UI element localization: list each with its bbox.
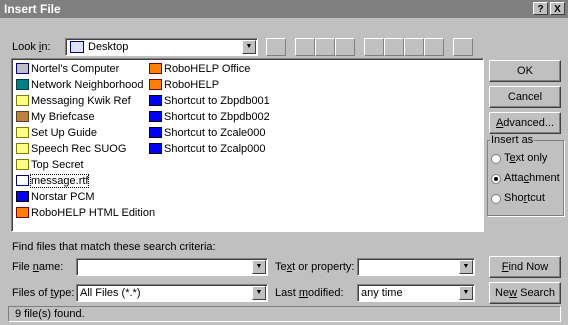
chevron-down-icon[interactable]: ▼	[459, 286, 473, 300]
ok-button[interactable]: OK	[489, 60, 561, 82]
file-name-combo[interactable]: ▼	[76, 258, 268, 276]
properties-view-icon[interactable]	[404, 38, 424, 56]
advanced-button[interactable]: Advanced...	[489, 112, 561, 134]
folder-icon	[16, 159, 29, 170]
list-item[interactable]: Speech Rec SUOG	[16, 143, 126, 158]
folder-icon	[16, 143, 29, 154]
list-item[interactable]: RoboHELP Office	[149, 63, 250, 78]
list-item[interactable]: My Briefcase	[16, 111, 95, 126]
insert-file-dialog: Insert File ? X Look in: Desktop ▼ Norte…	[0, 0, 568, 325]
status-text: 9 file(s) found.	[15, 308, 85, 320]
list-item[interactable]: Shortcut to Zbpdb001	[149, 95, 270, 110]
look-in-value: Desktop	[88, 41, 129, 53]
folder-icon	[16, 95, 29, 106]
search-web-icon[interactable]	[295, 38, 315, 56]
list-item[interactable]: Shortcut to Zcale000	[149, 127, 266, 142]
shortcut-icon	[149, 111, 162, 122]
find-now-button[interactable]: Find Now	[489, 256, 561, 278]
file-list[interactable]: Nortel's Computer Network Neighborhood M…	[11, 58, 484, 232]
desktop-icon	[70, 41, 84, 53]
commands-settings-icon[interactable]	[453, 38, 473, 56]
text-property-combo[interactable]: ▼	[357, 258, 475, 276]
title-bar[interactable]: Insert File ? X	[0, 0, 568, 18]
details-view-icon[interactable]	[384, 38, 404, 56]
list-item[interactable]: Shortcut to Zcalp000	[149, 143, 266, 158]
shortcut-icon	[149, 95, 162, 106]
list-item[interactable]: Network Neighborhood	[16, 79, 144, 94]
network-icon	[16, 79, 29, 90]
cancel-button[interactable]: Cancel	[489, 86, 561, 108]
files-of-type-combo[interactable]: All Files (*.*) ▼	[76, 284, 268, 302]
look-in-combo[interactable]: Desktop ▼	[65, 38, 258, 56]
list-item[interactable]: message.rtf	[16, 174, 90, 190]
list-item[interactable]: RoboHELP	[149, 79, 219, 94]
robohelp-icon	[149, 79, 162, 90]
shortcut-icon	[149, 143, 162, 154]
chevron-down-icon[interactable]: ▼	[459, 260, 473, 274]
new-search-button[interactable]: New Search	[489, 282, 561, 304]
list-view-icon[interactable]	[364, 38, 384, 56]
shortcut-icon	[149, 127, 162, 138]
list-item[interactable]: Messaging Kwik Ref	[16, 95, 131, 110]
text-property-label: Text or property:	[275, 261, 355, 273]
look-in-favorites-icon[interactable]	[315, 38, 335, 56]
insert-as-label: Insert as	[490, 134, 535, 146]
application-icon	[16, 191, 29, 202]
shortcut-radio[interactable]	[491, 194, 501, 204]
attachment-label: Attachment	[504, 172, 560, 184]
text-only-radio[interactable]	[491, 154, 501, 164]
chevron-down-icon[interactable]: ▼	[242, 40, 256, 54]
up-one-level-icon[interactable]	[266, 38, 286, 56]
status-bar: 9 file(s) found.	[8, 306, 561, 322]
look-in-label: Look in:	[12, 41, 51, 53]
list-item[interactable]: Top Secret	[16, 159, 84, 174]
last-modified-combo[interactable]: any time ▼	[357, 284, 475, 302]
chevron-down-icon[interactable]: ▼	[252, 286, 266, 300]
help-button[interactable]: ?	[533, 2, 548, 15]
shortcut-label: Shortcut	[504, 192, 545, 204]
robohelp-icon	[16, 207, 29, 218]
files-of-type-label: Files of type:	[12, 287, 75, 299]
dialog-title: Insert File	[4, 2, 61, 16]
close-button[interactable]: X	[550, 2, 565, 15]
list-item[interactable]: Nortel's Computer	[16, 63, 119, 78]
preview-view-icon[interactable]	[424, 38, 444, 56]
computer-icon	[16, 63, 29, 74]
folder-icon	[16, 127, 29, 138]
document-icon	[16, 175, 29, 186]
attachment-radio[interactable]	[491, 174, 501, 184]
file-name-label: File name:	[12, 261, 64, 273]
add-to-favorites-icon[interactable]	[335, 38, 355, 56]
robohelp-icon	[149, 63, 162, 74]
list-item[interactable]: Set Up Guide	[16, 127, 97, 142]
last-modified-label: Last modified:	[275, 287, 344, 299]
list-item[interactable]: Norstar PCM	[16, 191, 95, 206]
list-item[interactable]: RoboHELP HTML Edition	[16, 207, 155, 222]
criteria-label: Find files that match these search crite…	[12, 241, 216, 253]
chevron-down-icon[interactable]: ▼	[252, 260, 266, 274]
briefcase-icon	[16, 111, 29, 122]
text-only-label: Text only	[504, 152, 548, 164]
list-item[interactable]: Shortcut to Zbpdb002	[149, 111, 270, 126]
